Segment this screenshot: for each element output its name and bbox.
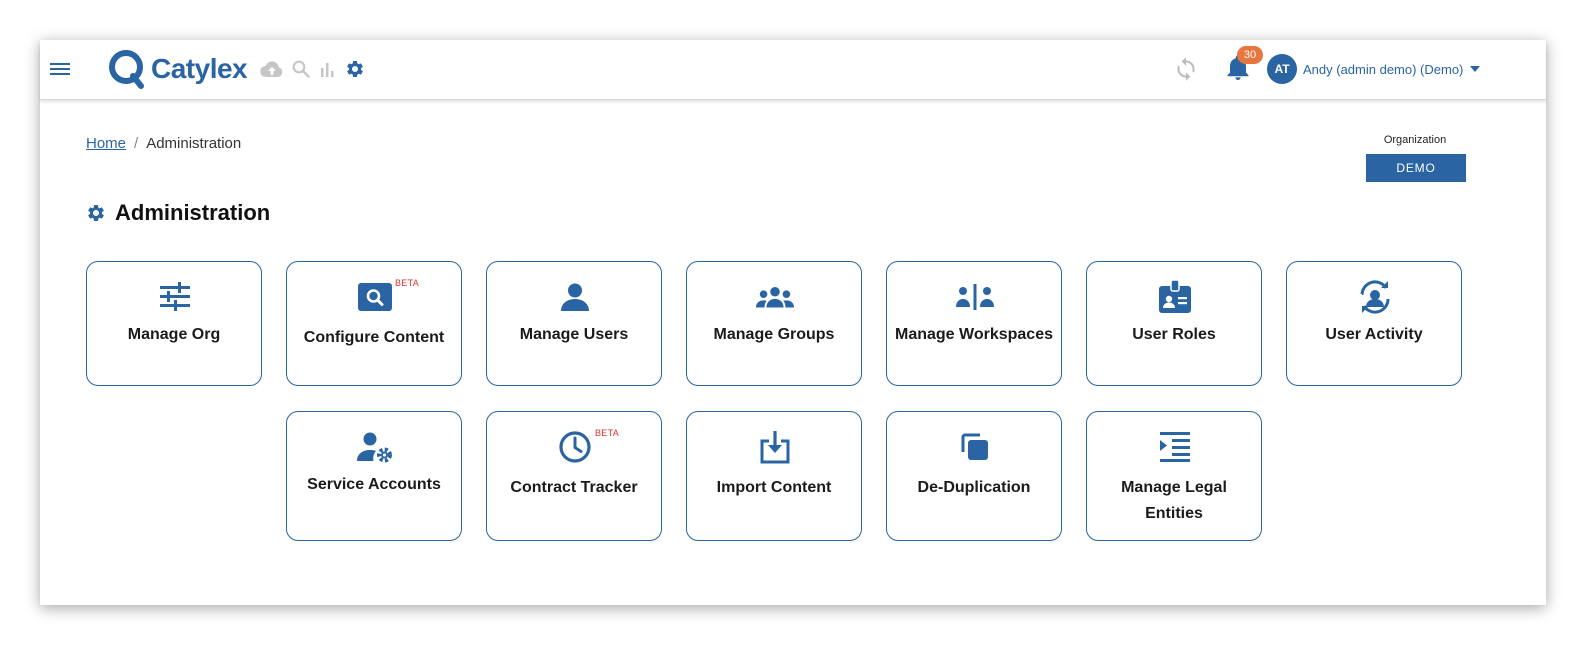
breadcrumb: Home / Administration	[86, 135, 241, 152]
beta-badge: BETA	[395, 278, 420, 288]
card-user-activity[interactable]: User Activity	[1286, 261, 1462, 386]
bar-chart-icon[interactable]	[314, 56, 340, 82]
user-icon	[555, 280, 595, 314]
hamburger-icon[interactable]	[50, 60, 70, 78]
sync-icon[interactable]	[1173, 56, 1199, 82]
card-service-accounts[interactable]: Service Accounts	[286, 411, 462, 541]
card-user-roles[interactable]: User Roles	[1086, 261, 1262, 386]
card-label: Manage Legal Entities	[1121, 479, 1227, 522]
logo-text: Catylex	[151, 53, 248, 84]
chevron-down-icon	[1470, 66, 1481, 72]
search-box-icon	[355, 280, 395, 314]
card-manage-workspaces[interactable]: Manage Workspaces	[886, 261, 1062, 386]
card-de-duplication[interactable]: De-Duplication	[886, 411, 1062, 541]
sliders-icon	[155, 280, 195, 314]
duplicate-icon	[955, 430, 995, 464]
card-manage-groups[interactable]: Manage Groups	[686, 261, 862, 386]
search-icon[interactable]	[288, 56, 314, 82]
user-name: Andy (admin demo) (Demo)	[1303, 61, 1464, 77]
gear-icon	[88, 204, 104, 221]
card-label: Configure Content	[303, 329, 445, 346]
notification-count-badge: 30	[1237, 46, 1263, 64]
group-icon	[755, 280, 795, 314]
app-window: Catylex 30 AT Andy (admin demo) (Demo) H…	[40, 40, 1546, 605]
breadcrumb-separator: /	[134, 135, 139, 152]
card-label: User Activity	[1325, 326, 1423, 343]
page-title: Administration	[86, 200, 270, 226]
card-manage-org[interactable]: Manage Org	[86, 261, 262, 386]
organization-label: Organization	[1383, 134, 1447, 146]
card-contract-tracker[interactable]: BETA Contract Tracker	[486, 411, 662, 541]
card-import-content[interactable]: Import Content	[686, 411, 862, 541]
user-gear-icon	[355, 430, 395, 464]
organization-button[interactable]: DEMO	[1366, 154, 1466, 182]
breadcrumb-current: Administration	[146, 135, 242, 152]
card-manage-legal-entities[interactable]: Manage Legal Entities	[1086, 411, 1262, 541]
breadcrumb-home-link[interactable]: Home	[86, 135, 126, 152]
top-bar: Catylex 30 AT Andy (admin demo) (Demo)	[40, 40, 1546, 100]
card-label: Manage Users	[519, 326, 629, 343]
workspaces-icon	[955, 280, 995, 314]
gear-icon[interactable]	[342, 56, 368, 82]
card-label: Contract Tracker	[510, 479, 638, 496]
card-label: Manage Org	[127, 326, 221, 343]
user-activity-icon	[1355, 280, 1395, 314]
card-label: Service Accounts	[307, 476, 441, 493]
logo[interactable]: Catylex	[107, 46, 248, 92]
user-menu[interactable]: AT Andy (admin demo) (Demo)	[1267, 52, 1481, 86]
beta-badge: BETA	[595, 428, 620, 438]
id-badge-icon	[1155, 280, 1195, 314]
avatar: AT	[1267, 54, 1297, 84]
card-manage-users[interactable]: Manage Users	[486, 261, 662, 386]
card-label: Manage Groups	[713, 326, 835, 343]
page-title-text: Administration	[115, 200, 271, 225]
cloud-upload-icon[interactable]	[259, 56, 285, 82]
clock-icon	[555, 430, 595, 464]
card-configure-content[interactable]: BETA Configure Content	[286, 261, 462, 386]
logo-mark-icon	[109, 50, 144, 89]
import-icon	[755, 430, 795, 464]
card-label: User Roles	[1132, 326, 1216, 343]
indent-list-icon	[1155, 430, 1195, 464]
card-label: De-Duplication	[917, 479, 1031, 496]
card-label: Manage Workspaces	[895, 326, 1053, 343]
card-label: Import Content	[716, 479, 832, 496]
